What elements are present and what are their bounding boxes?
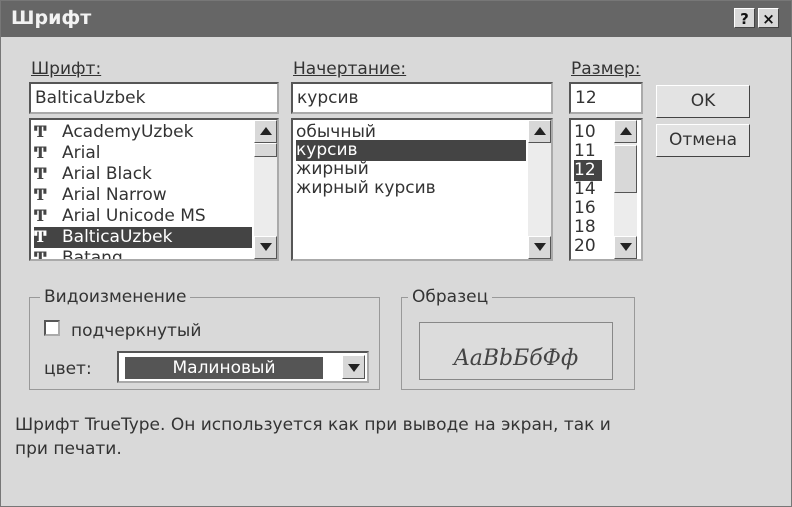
scroll-up-button[interactable] xyxy=(614,120,637,143)
description-line-1: Шрифт TrueType. Он используется как при … xyxy=(15,415,611,435)
scroll-down-button[interactable] xyxy=(254,236,277,259)
size-list-item[interactable]: 14 xyxy=(574,179,616,200)
ok-button[interactable]: OK xyxy=(656,85,750,118)
scroll-thumb[interactable] xyxy=(614,145,637,193)
style-list-scrollbar[interactable] xyxy=(528,120,551,259)
close-button[interactable]: × xyxy=(758,8,779,28)
chevron-down-icon xyxy=(348,364,360,372)
truetype-icon: Ͳ xyxy=(34,248,47,261)
size-label: Размер: xyxy=(571,59,641,79)
font-list-item[interactable]: Ͳ Batang xyxy=(34,248,252,261)
style-input[interactable]: курсив xyxy=(291,82,553,114)
underline-label: подчеркнутый xyxy=(71,321,202,341)
size-list-item[interactable]: 20 xyxy=(574,236,616,257)
color-select[interactable]: Малиновый xyxy=(117,351,369,383)
down-arrow-icon xyxy=(534,243,546,251)
scroll-up-button[interactable] xyxy=(528,120,551,143)
size-list-scrollbar[interactable] xyxy=(614,120,637,259)
description-line-2: при печати. xyxy=(15,439,122,459)
font-label: Шрифт: xyxy=(31,59,102,79)
up-arrow-icon xyxy=(620,127,632,135)
title-bar[interactable]: Шрифт ? × xyxy=(1,1,791,37)
style-list-item[interactable]: жирный курсив xyxy=(296,178,526,199)
font-list-item[interactable]: Ͳ Arial xyxy=(34,143,252,164)
size-list-item[interactable]: 10 xyxy=(574,122,616,143)
underline-checkbox[interactable] xyxy=(44,320,60,336)
font-list-item[interactable]: Ͳ Arial Unicode MS xyxy=(34,206,252,227)
size-input[interactable]: 12 xyxy=(569,82,643,114)
truetype-icon: Ͳ xyxy=(34,185,47,204)
font-list-item[interactable]: Ͳ Arial Black xyxy=(34,164,252,185)
scroll-down-button[interactable] xyxy=(528,236,551,259)
truetype-icon: Ͳ xyxy=(34,122,47,141)
color-label: цвет: xyxy=(44,359,92,379)
font-list-item-selected[interactable]: Ͳ BalticaUzbek xyxy=(34,227,252,248)
size-list-item[interactable]: 11 xyxy=(574,141,616,162)
style-list-item[interactable]: жирный xyxy=(296,159,526,180)
help-button[interactable]: ? xyxy=(734,8,755,28)
truetype-icon: Ͳ xyxy=(34,143,47,162)
style-list-item-selected[interactable]: курсив xyxy=(296,140,526,161)
style-list[interactable]: обычный курсив жирный жирный курсив xyxy=(291,118,553,261)
size-list-item[interactable]: 18 xyxy=(574,217,616,238)
font-list-item[interactable]: Ͳ AcademyUzbek xyxy=(34,122,252,143)
window-title: Шрифт xyxy=(11,7,92,29)
sample-text: AaBbБбФф xyxy=(453,346,579,371)
font-list-scrollbar[interactable] xyxy=(254,120,277,259)
scroll-up-button[interactable] xyxy=(254,120,277,143)
sample-preview: AaBbБбФф xyxy=(419,322,613,380)
down-arrow-icon xyxy=(620,243,632,251)
color-select-value: Малиновый xyxy=(125,357,323,379)
effects-legend: Видоизменение xyxy=(40,287,191,307)
size-list-item-selected[interactable]: 12 xyxy=(574,160,602,181)
down-arrow-icon xyxy=(260,243,272,251)
font-list[interactable]: Ͳ AcademyUzbek Ͳ Arial Ͳ Arial Black Ͳ Arial… xyxy=(29,118,279,261)
scroll-thumb[interactable] xyxy=(254,143,277,157)
scroll-down-button[interactable] xyxy=(614,236,637,259)
font-description: Шрифт TrueType. Он используется как при … xyxy=(15,413,665,461)
sample-legend: Образец xyxy=(408,287,493,307)
size-list[interactable]: 10 11 12 14 16 18 20 xyxy=(569,118,643,261)
truetype-icon: Ͳ xyxy=(34,164,47,183)
truetype-icon: Ͳ xyxy=(34,227,47,246)
truetype-icon: Ͳ xyxy=(34,206,47,225)
color-dropdown-button[interactable] xyxy=(342,355,365,379)
up-arrow-icon xyxy=(534,127,546,135)
size-list-item[interactable]: 16 xyxy=(574,198,616,219)
font-list-item[interactable]: Ͳ Arial Narrow xyxy=(34,185,252,206)
style-label: Начертание: xyxy=(293,59,407,79)
up-arrow-icon xyxy=(260,127,272,135)
cancel-button[interactable]: Отмена xyxy=(656,124,750,157)
font-input[interactable]: BalticaUzbek xyxy=(29,82,279,114)
font-dialog: Шрифт ? × Шрифт: BalticaUzbek Ͳ AcademyUz… xyxy=(0,0,792,507)
